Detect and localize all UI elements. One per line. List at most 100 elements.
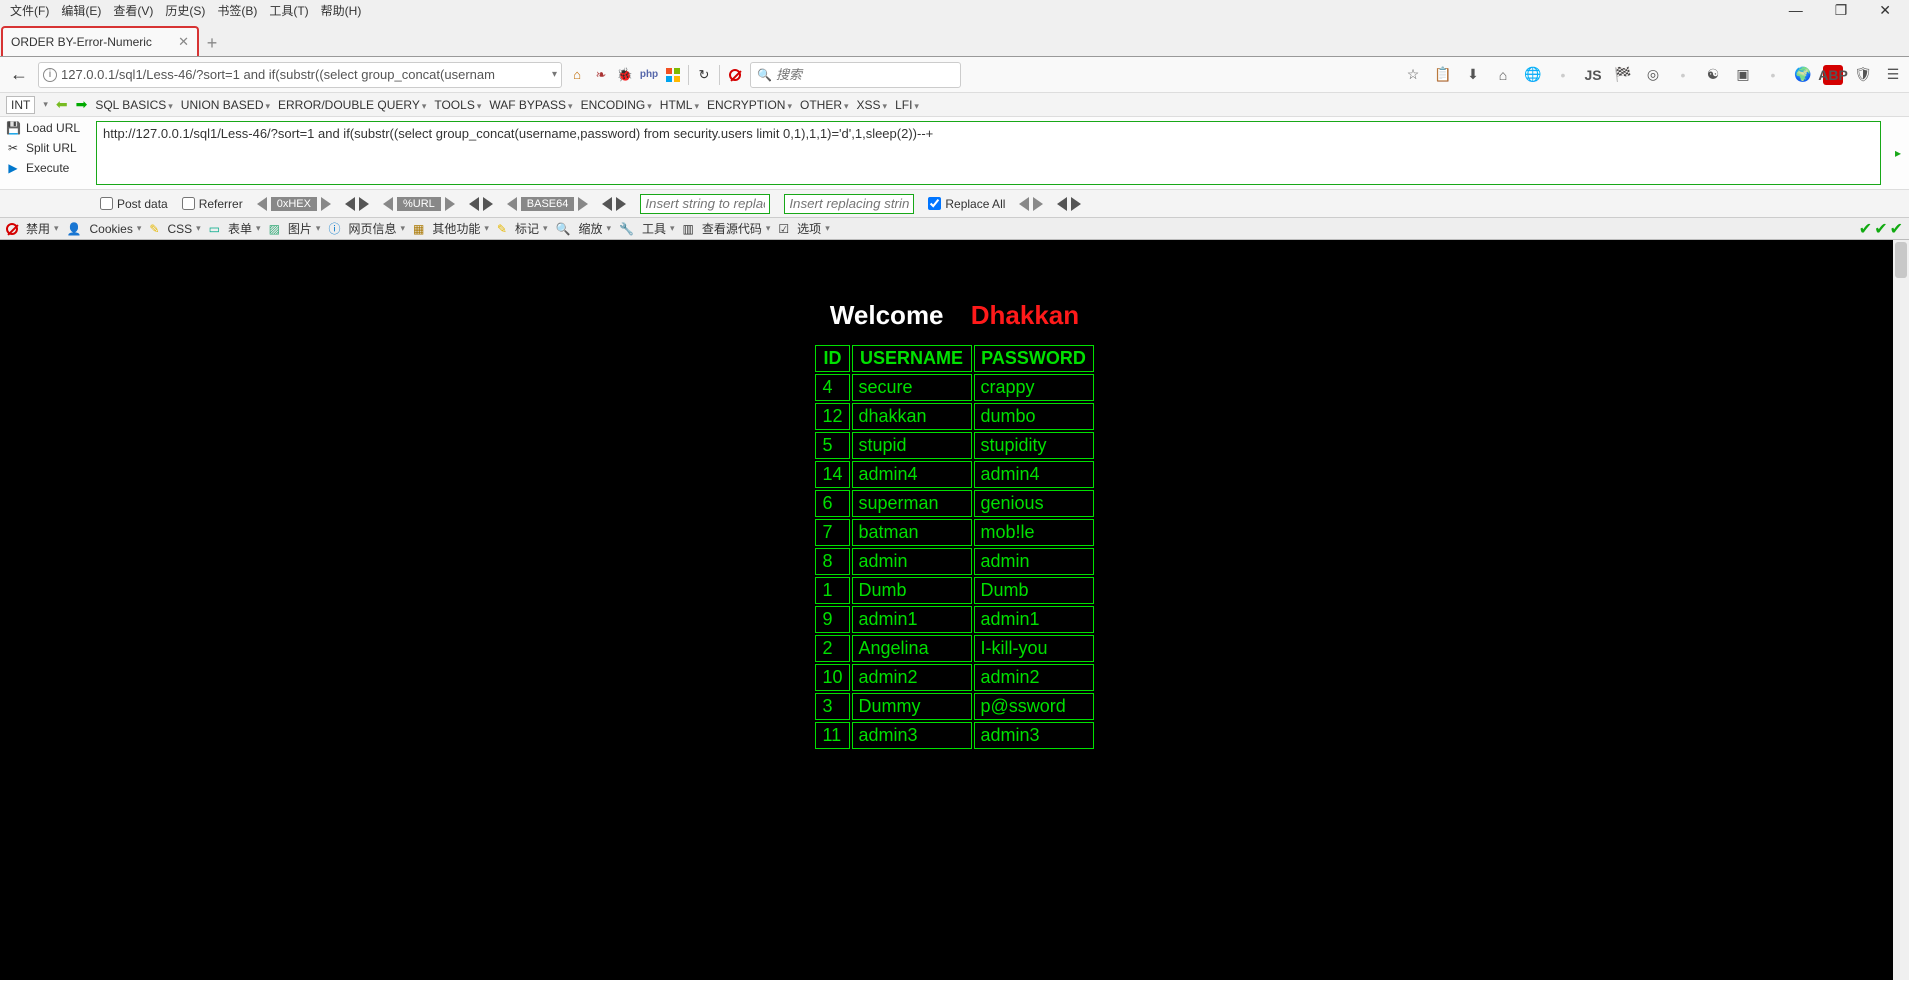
hb-replace-from-input[interactable] — [640, 194, 770, 214]
home-icon[interactable]: ⌂ — [568, 66, 586, 84]
download-icon[interactable]: ⬇ — [1463, 65, 1483, 85]
reload-icon[interactable]: ↻ — [695, 66, 713, 84]
hb-go-chip-alt[interactable] — [1057, 197, 1081, 211]
star-icon[interactable]: ☆ — [1403, 65, 1423, 85]
abp-icon[interactable]: ABP — [1823, 65, 1843, 85]
dev-tools[interactable]: 工具 — [642, 220, 675, 237]
world-icon[interactable]: 🌍 — [1793, 65, 1813, 85]
hb-error-query[interactable]: ERROR/DOUBLE QUERY — [278, 98, 426, 112]
window-close-icon[interactable]: ✕ — [1873, 0, 1897, 21]
menu-edit[interactable]: 编辑(E) — [55, 0, 107, 21]
info-icon[interactable]: i — [43, 68, 57, 82]
hb-encryption[interactable]: ENCRYPTION — [707, 98, 792, 112]
menu-file[interactable]: 文件(F) — [4, 0, 55, 21]
th-id: ID — [815, 345, 849, 372]
table-row: 1DumbDumb — [815, 577, 1093, 604]
home2-icon[interactable]: ⌂ — [1493, 65, 1513, 85]
table-cell: admin4 — [852, 461, 972, 488]
noscript-icon[interactable] — [726, 66, 744, 84]
hb-select-int[interactable]: INT — [6, 96, 35, 114]
dev-zoom[interactable]: 缩放 — [578, 220, 611, 237]
hb-other[interactable]: OTHER — [800, 98, 849, 112]
table-cell: secure — [852, 374, 972, 401]
hb-url-chip-alt[interactable] — [469, 197, 493, 211]
check-icon[interactable]: ✔ — [1890, 219, 1903, 239]
hb-collapse-icon[interactable]: ▸ — [1887, 117, 1909, 189]
table-cell: 6 — [815, 490, 849, 517]
hb-go-chip[interactable] — [1019, 197, 1043, 211]
php-icon[interactable]: php — [640, 66, 658, 84]
menu-bookmarks[interactable]: 书签(B) — [211, 0, 263, 21]
arrow-left-icon[interactable]: ⬅ — [56, 96, 68, 113]
ms-icon[interactable] — [664, 66, 682, 84]
menu-history[interactable]: 历史(S) — [159, 0, 211, 21]
hb-replaceall-checkbox[interactable]: Replace All — [928, 197, 1005, 211]
hb-hex-chip-alt[interactable] — [345, 197, 369, 211]
cookie-icon[interactable]: ☯ — [1703, 65, 1723, 85]
hb-lfi[interactable]: LFI — [895, 98, 919, 112]
dev-options[interactable]: 选项 — [797, 220, 830, 237]
dev-mark[interactable]: 标记 — [515, 220, 548, 237]
hb-hex-chip[interactable]: 0xHEX — [257, 197, 331, 211]
tab-close-icon[interactable]: ✕ — [178, 34, 189, 50]
flag-icon[interactable]: 🏁 — [1613, 65, 1633, 85]
dev-css[interactable]: CSS — [167, 222, 200, 236]
hb-postdata-checkbox[interactable]: Post data — [100, 197, 168, 211]
hb-sql-basics[interactable]: SQL BASICS — [95, 98, 172, 112]
menu-tools[interactable]: 工具(T) — [263, 0, 314, 21]
check-icon[interactable]: ✔ — [1859, 219, 1872, 239]
hamburger-icon[interactable]: ☰ — [1883, 65, 1903, 85]
globe-icon[interactable]: 🌐 — [1523, 65, 1543, 85]
dev-cookies[interactable]: Cookies — [90, 222, 142, 236]
js-icon[interactable]: JS — [1583, 65, 1603, 85]
scrollbar-thumb[interactable] — [1895, 242, 1907, 278]
url-input[interactable] — [61, 67, 548, 82]
window-minimize-icon[interactable]: — — [1783, 0, 1809, 21]
target-icon[interactable]: ◎ — [1643, 65, 1663, 85]
url-dropdown-icon[interactable]: ▾ — [552, 69, 557, 80]
back-button[interactable]: ← — [6, 64, 32, 85]
dev-misc[interactable]: 其他功能 — [432, 220, 489, 237]
menu-view[interactable]: 查看(V) — [107, 0, 159, 21]
panel-icon[interactable]: ▣ — [1733, 65, 1753, 85]
leaf-icon[interactable]: ❧ — [592, 66, 610, 84]
url-bar[interactable]: i ▾ — [38, 62, 562, 88]
scrollbar[interactable] — [1893, 240, 1909, 980]
heading-welcome: Welcome — [830, 300, 944, 330]
dev-forms[interactable]: 表单 — [228, 220, 261, 237]
search-bar[interactable]: 🔍 — [750, 62, 961, 88]
hb-referrer-checkbox[interactable]: Referrer — [182, 197, 243, 211]
hb-html[interactable]: HTML — [660, 98, 699, 112]
hackbar-textarea[interactable]: http://127.0.0.1/sql1/Less-46/?sort=1 an… — [96, 121, 1881, 185]
hb-b64-chip[interactable]: BASE64 — [507, 197, 589, 211]
new-tab-button[interactable]: + — [199, 30, 225, 56]
dev-source[interactable]: 查看源代码 — [702, 220, 771, 237]
browser-tab[interactable]: ORDER BY-Error-Numeric ✕ — [1, 26, 199, 56]
hb-xss[interactable]: XSS — [857, 98, 888, 112]
dev-disable[interactable]: 禁用 — [26, 220, 59, 237]
table-cell: admin3 — [974, 722, 1094, 749]
window-maximize-icon[interactable]: ❐ — [1829, 0, 1854, 21]
hb-execute[interactable]: ▶Execute — [6, 161, 84, 175]
dev-pageinfo[interactable]: 网页信息 — [348, 220, 405, 237]
clipboard-icon[interactable]: 📋 — [1433, 65, 1453, 85]
hb-waf-bypass[interactable]: WAF BYPASS — [489, 98, 572, 112]
table-cell: I-kill-you — [974, 635, 1094, 662]
hb-b64-chip-alt[interactable] — [602, 197, 626, 211]
search-input[interactable] — [776, 67, 954, 82]
hb-replace-to-input[interactable] — [784, 194, 914, 214]
hb-encoding[interactable]: ENCODING — [581, 98, 652, 112]
hb-split-url[interactable]: ✂Split URL — [6, 141, 84, 155]
table-row: 10admin2admin2 — [815, 664, 1093, 691]
chevron-down-icon[interactable]: ▾ — [43, 99, 48, 110]
hb-union-based[interactable]: UNION BASED — [181, 98, 270, 112]
menu-help[interactable]: 帮助(H) — [315, 0, 368, 21]
arrow-right-icon[interactable]: ➡ — [76, 96, 88, 113]
check-icon[interactable]: ✔ — [1874, 219, 1887, 239]
hb-load-url[interactable]: 💾Load URL — [6, 121, 84, 135]
hb-tools[interactable]: TOOLS — [434, 98, 481, 112]
bug-icon[interactable]: 🐞 — [616, 66, 634, 84]
shield-icon[interactable]: 🛡 — [1853, 65, 1873, 85]
hb-url-chip[interactable]: %URL — [383, 197, 455, 211]
dev-images[interactable]: 图片 — [288, 220, 321, 237]
